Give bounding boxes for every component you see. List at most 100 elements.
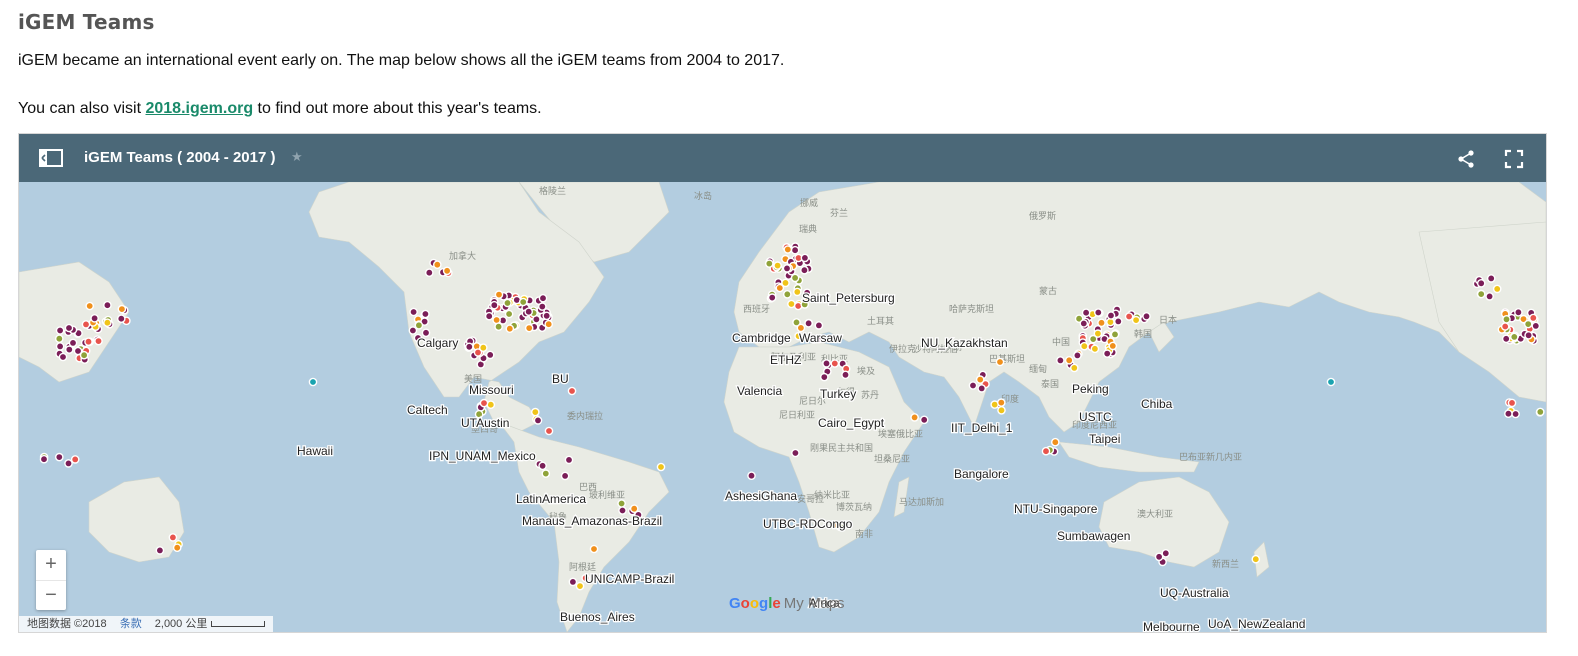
team-marker[interactable] <box>919 415 929 425</box>
team-marker[interactable] <box>55 334 64 343</box>
team-marker[interactable] <box>790 245 800 255</box>
team-marker[interactable] <box>442 266 452 276</box>
team-marker[interactable] <box>791 448 800 458</box>
team-marker[interactable] <box>1124 312 1134 321</box>
team-marker[interactable] <box>800 253 810 263</box>
team-marker[interactable] <box>494 290 504 299</box>
team-marker[interactable] <box>1106 311 1116 320</box>
team-marker[interactable] <box>408 326 418 335</box>
team-marker[interactable] <box>793 287 802 297</box>
team-marker[interactable] <box>800 265 809 275</box>
team-marker[interactable] <box>1108 341 1118 351</box>
team-marker[interactable] <box>1524 330 1533 340</box>
team-marker[interactable] <box>1500 322 1510 331</box>
team-marker[interactable] <box>79 350 89 360</box>
team-marker[interactable] <box>656 462 666 472</box>
team-marker[interactable] <box>790 273 800 283</box>
team-marker[interactable] <box>531 407 540 417</box>
team-marker[interactable] <box>1131 315 1141 325</box>
team-marker[interactable] <box>1492 284 1502 294</box>
team-marker[interactable] <box>1511 409 1520 419</box>
share-icon[interactable] <box>1456 149 1476 169</box>
team-marker[interactable] <box>39 454 49 464</box>
team-marker[interactable] <box>617 499 626 508</box>
team-marker[interactable] <box>1114 317 1123 326</box>
team-marker[interactable] <box>765 259 774 268</box>
team-marker[interactable] <box>997 398 1006 407</box>
team-marker[interactable] <box>1476 279 1486 288</box>
team-marker[interactable] <box>995 357 1005 367</box>
team-marker[interactable] <box>55 452 64 462</box>
team-marker[interactable] <box>68 338 78 348</box>
team-marker[interactable] <box>70 455 80 464</box>
team-marker[interactable] <box>541 469 551 478</box>
team-marker[interactable] <box>479 398 489 408</box>
igem-2018-link[interactable]: 2018.igem.org <box>145 100 253 117</box>
team-marker[interactable] <box>1051 437 1060 447</box>
team-marker[interactable] <box>421 309 430 319</box>
team-marker[interactable] <box>1326 377 1336 387</box>
team-marker[interactable] <box>1102 349 1112 358</box>
team-marker[interactable] <box>58 352 68 362</box>
team-marker[interactable] <box>567 386 577 396</box>
team-marker[interactable] <box>997 405 1006 415</box>
team-marker[interactable] <box>544 426 554 436</box>
team-marker[interactable] <box>424 268 434 277</box>
team-marker[interactable] <box>94 336 103 346</box>
team-marker[interactable] <box>1523 319 1533 329</box>
team-marker[interactable] <box>504 309 514 319</box>
team-marker[interactable] <box>103 318 112 327</box>
team-marker[interactable] <box>787 299 796 309</box>
team-marker[interactable] <box>783 290 792 299</box>
team-marker[interactable] <box>1080 341 1089 351</box>
team-marker[interactable] <box>524 323 534 333</box>
team-marker[interactable] <box>90 313 99 323</box>
team-marker[interactable] <box>533 416 543 425</box>
team-marker[interactable] <box>538 302 547 311</box>
star-icon[interactable]: ★ <box>291 149 303 165</box>
team-marker[interactable] <box>1504 409 1513 418</box>
team-marker[interactable] <box>538 461 547 471</box>
team-marker[interactable] <box>1502 314 1511 324</box>
team-marker[interactable] <box>64 323 74 333</box>
team-marker[interactable] <box>85 301 94 311</box>
team-marker[interactable] <box>168 533 178 542</box>
team-marker[interactable] <box>1486 274 1496 283</box>
team-marker[interactable] <box>1510 332 1519 342</box>
team-marker[interactable] <box>841 370 850 380</box>
team-marker[interactable] <box>55 326 65 335</box>
team-marker[interactable] <box>767 293 777 302</box>
team-marker[interactable] <box>478 343 488 352</box>
team-marker[interactable] <box>308 377 318 387</box>
terms-link[interactable]: 条款 <box>120 618 142 630</box>
team-marker[interactable] <box>747 471 756 481</box>
team-marker[interactable] <box>1529 313 1538 323</box>
team-marker[interactable] <box>1093 329 1103 338</box>
team-marker[interactable] <box>55 342 65 351</box>
team-marker[interactable] <box>968 381 978 390</box>
team-marker[interactable] <box>494 322 503 331</box>
team-marker[interactable] <box>975 375 985 384</box>
team-marker[interactable] <box>172 543 182 553</box>
team-marker[interactable] <box>489 300 499 310</box>
team-marker[interactable] <box>568 577 578 587</box>
team-marker[interactable] <box>505 324 515 333</box>
team-marker[interactable] <box>830 359 840 368</box>
team-marker[interactable] <box>783 245 793 254</box>
team-marker[interactable] <box>409 307 418 317</box>
zoom-in-button[interactable]: + <box>36 550 66 581</box>
team-marker[interactable] <box>432 260 442 269</box>
team-marker[interactable] <box>814 321 824 330</box>
team-marker[interactable] <box>910 413 919 422</box>
team-marker[interactable] <box>804 318 813 328</box>
team-marker[interactable] <box>484 311 494 321</box>
team-marker[interactable] <box>773 261 782 270</box>
team-marker[interactable] <box>518 297 528 307</box>
team-marker[interactable] <box>1501 334 1511 344</box>
team-marker[interactable] <box>1079 319 1089 328</box>
team-marker[interactable] <box>1142 311 1151 321</box>
team-marker[interactable] <box>1070 363 1079 373</box>
team-marker[interactable] <box>1094 308 1103 317</box>
team-marker[interactable] <box>117 304 127 314</box>
team-marker[interactable] <box>1507 398 1517 408</box>
